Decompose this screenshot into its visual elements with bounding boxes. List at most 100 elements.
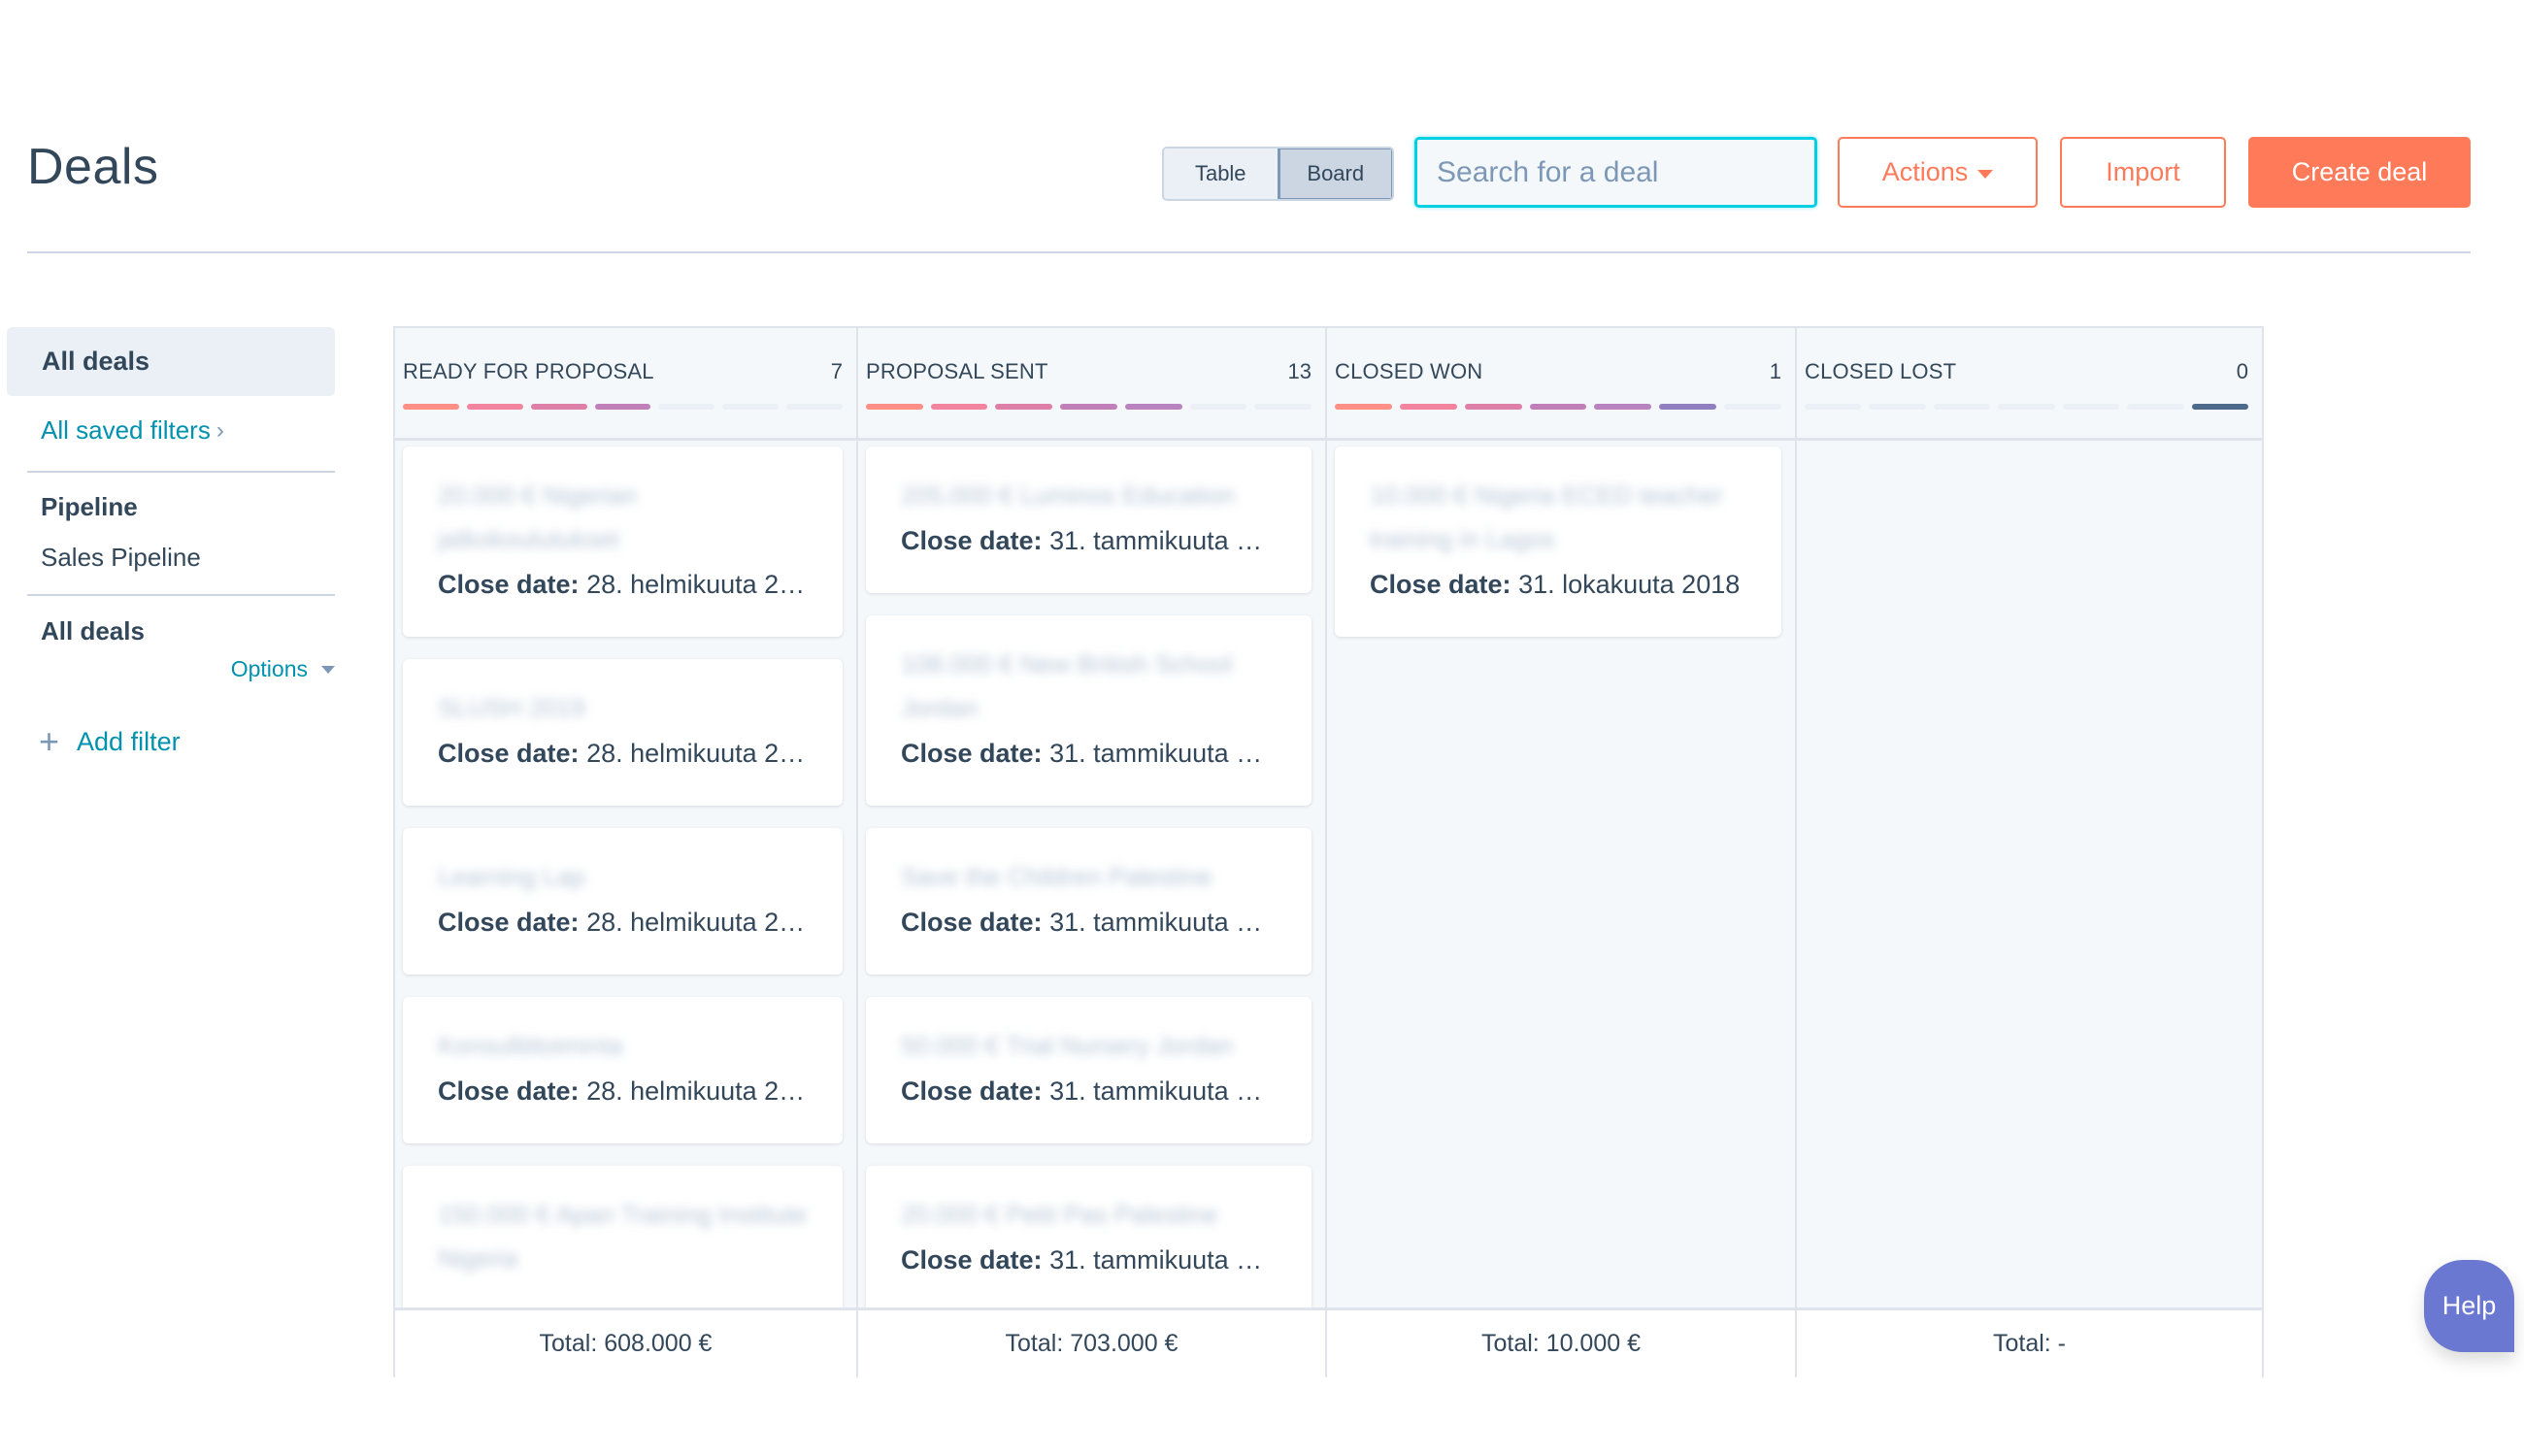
stage-progress-segment — [1998, 404, 2055, 410]
column-count: 1 — [1769, 359, 1781, 383]
column-title: CLOSED WON — [1335, 359, 1483, 383]
board-column-closed-won: CLOSED WON 1 10.000 € Nigeria ECED teacher… — [1327, 328, 1797, 1377]
deal-card[interactable]: 50.000 € Trial Nursery Jordan Close date:… — [866, 997, 1312, 1143]
stage-progress-segment — [530, 404, 587, 410]
deal-close-date: Close date: 31. tammikuuta 2… — [901, 903, 1277, 942]
deal-name: 20.000 € Nigerian jatkokoulutukset — [438, 480, 638, 553]
deal-card[interactable]: 205.000 € Luminos Education Close date: 3… — [866, 447, 1312, 593]
pipeline-select[interactable]: Sales Pipeline — [41, 543, 201, 573]
deal-close-date: Close date: 31. tammikuuta 2… — [901, 734, 1277, 773]
close-date-label: Close date: — [438, 908, 580, 937]
options-dropdown[interactable]: Options — [231, 656, 335, 682]
deal-card[interactable]: 20.000 € Nigerian jatkokoulutukset Close … — [403, 447, 843, 637]
close-date-value: 31. tammikuuta 2… — [1049, 1076, 1277, 1106]
column-count: 13 — [1287, 359, 1312, 383]
stage-progress-segment — [2191, 404, 2248, 410]
column-cards: 20.000 € Nigerian jatkokoulutukset Close … — [395, 441, 856, 1307]
close-date-label: Close date: — [438, 1076, 580, 1106]
stage-progress-segment — [1254, 404, 1312, 410]
deal-card[interactable]: Save the Children Palestine Close date: 3… — [866, 828, 1312, 975]
search-input[interactable] — [1437, 155, 1811, 189]
deal-card[interactable]: 108.000 € New British School Jordan Close… — [866, 615, 1312, 806]
close-date-value: 28. helmikuuta 2… — [586, 1076, 806, 1106]
stage-progress-segment — [1060, 404, 1117, 410]
column-count: 7 — [830, 359, 843, 383]
deal-card[interactable]: 20.000 € Petit Pas Palestine Close date: … — [866, 1166, 1312, 1307]
deal-close-date: Close date: 31. lokakuuta 2018 — [1370, 565, 1746, 604]
stage-progress-bar — [866, 404, 1312, 410]
sidebar-divider — [27, 594, 335, 596]
deal-name: Learning Lap — [438, 862, 585, 891]
sidebar-item-all-deals[interactable]: All deals — [7, 327, 335, 396]
actions-dropdown-button[interactable]: Actions — [1838, 137, 2038, 208]
deal-card[interactable]: 150.000 € Apan Training Institute Nigeri… — [403, 1166, 843, 1307]
column-total: Total: 10.000 € — [1327, 1307, 1795, 1377]
sidebar-divider — [27, 471, 335, 473]
deal-card[interactable]: SLUSH 2019 Close date: 28. helmikuuta 2… — [403, 659, 843, 806]
column-header: CLOSED LOST 0 — [1797, 328, 2262, 441]
deal-close-date: Close date: 31. tammikuuta 2… — [901, 1072, 1277, 1110]
column-title: READY FOR PROPOSAL — [403, 359, 654, 383]
close-date-value: 31. tammikuuta 2… — [1049, 908, 1277, 937]
column-header: PROPOSAL SENT 13 — [858, 328, 1325, 441]
all-saved-filters-label: All saved filters — [41, 415, 211, 445]
close-date-label: Close date: — [438, 739, 580, 768]
deal-name: Konsulttitoiminta — [438, 1031, 623, 1060]
stage-progress-bar — [1335, 404, 1782, 410]
stage-progress-segment — [1124, 404, 1182, 410]
plus-icon: + — [39, 721, 60, 761]
stage-progress-segment — [466, 404, 523, 410]
header-divider — [27, 251, 2471, 253]
create-deal-button[interactable]: Create deal — [2248, 137, 2471, 208]
deal-close-date: Close date: 28. helmikuuta 2… — [438, 734, 808, 773]
actions-label: Actions — [1881, 157, 1969, 186]
table-view-button[interactable]: Table — [1164, 149, 1278, 199]
board-column-proposal-sent: PROPOSAL SENT 13 205.000 € Luminos Educati… — [858, 328, 1327, 1377]
caret-down-icon — [321, 665, 335, 674]
close-date-value: 28. helmikuuta 2… — [586, 908, 806, 937]
column-total: Total: 703.000 € — [858, 1307, 1325, 1377]
deal-card[interactable]: 10.000 € Nigeria ECED teacher training i… — [1335, 447, 1781, 637]
stage-progress-segment — [866, 404, 923, 410]
filter-heading: All deals — [41, 616, 145, 645]
deal-card[interactable]: Learning Lap Close date: 28. helmikuuta 2… — [403, 828, 843, 975]
add-filter-button[interactable]: + Add filter — [39, 724, 181, 759]
pipeline-heading: Pipeline — [41, 492, 138, 521]
stage-progress-segment — [1724, 404, 1782, 410]
board-column-ready-for-proposal: READY FOR PROPOSAL 7 20.000 € Nigerian jat… — [395, 328, 858, 1377]
stage-progress-segment — [1805, 404, 1862, 410]
stage-progress-segment — [2062, 404, 2120, 410]
close-date-label: Close date: — [1370, 570, 1511, 599]
caret-down-icon — [1977, 169, 1994, 179]
stage-progress-segment — [1659, 404, 1717, 410]
options-label: Options — [230, 656, 308, 681]
deal-close-date: Close date: 28. helmikuuta 2… — [438, 565, 808, 604]
column-cards — [1797, 441, 2262, 1307]
deal-name: 50.000 € Trial Nursery Jordan — [901, 1031, 1234, 1060]
page-title: Deals — [27, 139, 159, 195]
deal-close-date: Close date: 31. tammikuuta 2… — [901, 521, 1277, 560]
deal-name: 108.000 € New British School Jordan — [901, 649, 1233, 722]
stage-progress-segment — [995, 404, 1053, 410]
deal-name: 150.000 € Apan Training Institute Nigeri… — [438, 1200, 808, 1273]
stage-progress-segment — [594, 404, 651, 410]
all-saved-filters-link[interactable]: All saved filters › — [41, 415, 224, 446]
board-view-button[interactable]: Board — [1277, 149, 1392, 199]
import-button[interactable]: Import — [2060, 137, 2226, 208]
deal-close-date: Close date: 31. tammikuuta 2… — [901, 1241, 1277, 1279]
column-header: READY FOR PROPOSAL 7 — [395, 328, 856, 441]
stage-progress-segment — [1464, 404, 1522, 410]
close-date-label: Close date: — [901, 1245, 1043, 1274]
stage-progress-segment — [1594, 404, 1652, 410]
close-date-label: Close date: — [438, 570, 580, 599]
stage-progress-segment — [1335, 404, 1392, 410]
help-button[interactable]: Help — [2424, 1260, 2514, 1352]
deal-card[interactable]: Konsulttitoiminta Close date: 28. helmiku… — [403, 997, 843, 1143]
close-date-label: Close date: — [901, 739, 1043, 768]
close-date-label: Close date: — [901, 908, 1043, 937]
stage-progress-segment — [930, 404, 988, 410]
stage-progress-segment — [1529, 404, 1587, 410]
column-cards: 205.000 € Luminos Education Close date: 3… — [858, 441, 1325, 1307]
deal-name: 20.000 € Petit Pas Palestine — [901, 1200, 1218, 1229]
column-total: Total: 608.000 € — [395, 1307, 856, 1377]
